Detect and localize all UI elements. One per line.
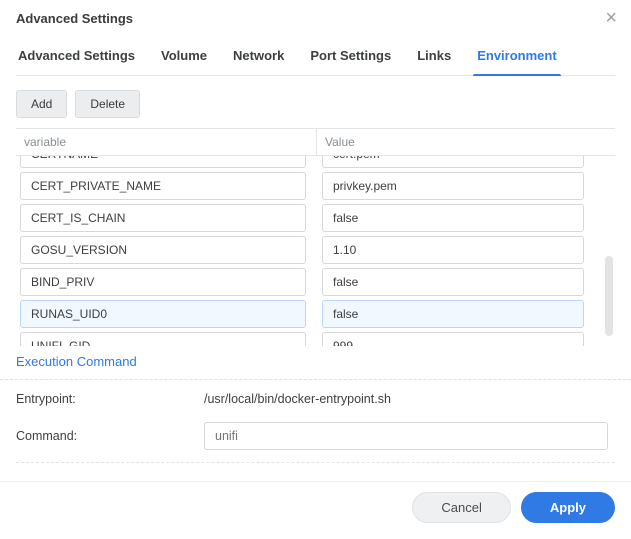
- table-row[interactable]: [16, 202, 615, 234]
- env-variable-input[interactable]: [20, 172, 306, 200]
- env-table: variable Value: [0, 128, 631, 346]
- titlebar: Advanced Settings ×: [0, 0, 631, 38]
- env-variable-input[interactable]: [20, 156, 306, 168]
- table-row[interactable]: [16, 234, 615, 266]
- column-header-value[interactable]: Value: [316, 129, 615, 155]
- delete-button[interactable]: Delete: [75, 90, 140, 118]
- env-value-input[interactable]: [322, 204, 584, 232]
- entrypoint-row: Entrypoint: /usr/local/bin/docker-entryp…: [0, 384, 631, 414]
- command-input[interactable]: [204, 422, 608, 450]
- entrypoint-label: Entrypoint:: [16, 392, 204, 406]
- column-header-variable[interactable]: variable: [16, 129, 316, 155]
- env-variable-input[interactable]: [20, 268, 306, 296]
- scrollbar[interactable]: [605, 256, 613, 336]
- tab-network[interactable]: Network: [231, 38, 286, 75]
- advanced-settings-dialog: Advanced Settings × Advanced Settings Vol…: [0, 0, 631, 539]
- env-variable-input[interactable]: [20, 332, 306, 346]
- tab-port-settings[interactable]: Port Settings: [308, 38, 393, 75]
- tab-environment[interactable]: Environment: [475, 38, 558, 75]
- env-value-input[interactable]: [322, 172, 584, 200]
- env-value-input[interactable]: [322, 156, 584, 168]
- env-toolbar: Add Delete: [0, 76, 631, 128]
- env-value-input[interactable]: [322, 268, 584, 296]
- execution-command-header: Execution Command: [0, 346, 631, 380]
- dialog-footer: Cancel Apply: [0, 481, 631, 539]
- close-icon[interactable]: ×: [605, 10, 617, 26]
- tab-advanced-settings[interactable]: Advanced Settings: [16, 38, 137, 75]
- env-table-header: variable Value: [16, 128, 615, 156]
- tabs: Advanced Settings Volume Network Port Setti…: [16, 38, 615, 76]
- env-variable-input[interactable]: [20, 300, 306, 328]
- command-label: Command:: [16, 429, 204, 443]
- cancel-button[interactable]: Cancel: [412, 492, 510, 523]
- add-button[interactable]: Add: [16, 90, 67, 118]
- table-row[interactable]: [16, 298, 615, 330]
- env-value-input[interactable]: [322, 300, 584, 328]
- dialog-title: Advanced Settings: [16, 11, 133, 26]
- table-row[interactable]: [16, 170, 615, 202]
- tab-volume[interactable]: Volume: [159, 38, 209, 75]
- command-row: Command:: [0, 414, 631, 458]
- env-value-input[interactable]: [322, 332, 584, 346]
- env-value-input[interactable]: [322, 236, 584, 264]
- separator: [16, 462, 615, 463]
- entrypoint-value: /usr/local/bin/docker-entrypoint.sh: [204, 392, 391, 406]
- tab-links[interactable]: Links: [415, 38, 453, 75]
- table-row[interactable]: [16, 266, 615, 298]
- env-variable-input[interactable]: [20, 204, 306, 232]
- apply-button[interactable]: Apply: [521, 492, 615, 523]
- table-row[interactable]: [16, 330, 615, 346]
- env-variable-input[interactable]: [20, 236, 306, 264]
- table-row[interactable]: [16, 156, 615, 170]
